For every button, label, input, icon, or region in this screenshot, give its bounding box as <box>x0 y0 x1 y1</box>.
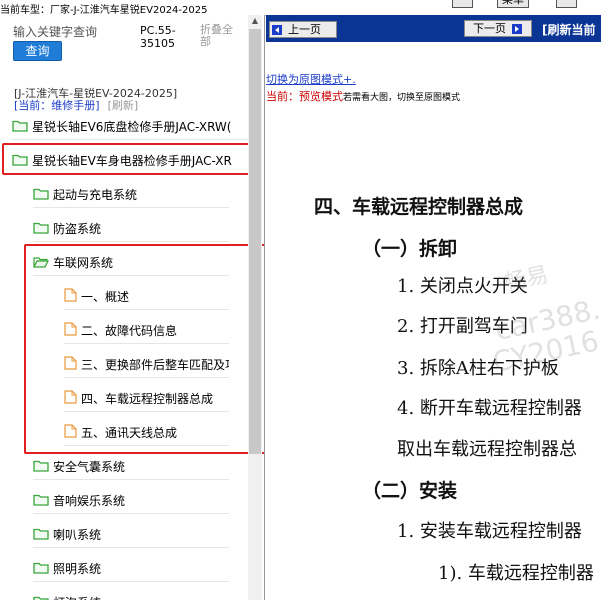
watermark-text: 畅易 <box>502 262 551 297</box>
mode-label: 当前： <box>266 90 299 103</box>
doc-section-install: （二）安装 <box>362 480 458 502</box>
tree-item-label: 星锐长轴EV6底盘检修手册JAC-XRW( <box>32 120 232 134</box>
folder-icon <box>33 558 49 582</box>
folder-icon <box>33 524 49 548</box>
tree-item[interactable]: 灯泡系统 <box>33 591 229 600</box>
folder-icon <box>33 490 49 514</box>
mode-hint: 若需看大图，切换至原图模式 <box>343 93 461 103</box>
car-model-label: 当前车型：厂家-J-江淮汽车星锐EV2024-2025 <box>0 5 208 16</box>
pc-code-label: PC.55-35105 <box>140 24 176 50</box>
sidebar: 输入关键字查询 查询 PC.55-35105 折叠全部 [J-江淮汽车-星锐EV… <box>0 15 265 600</box>
arrow-right-icon <box>512 24 522 34</box>
folder-icon <box>33 218 49 242</box>
tree-item[interactable]: 照明系统 <box>33 557 229 582</box>
tree-item-label: 照明系统 <box>53 562 102 576</box>
tree-item[interactable]: 防盗系统 <box>33 217 229 242</box>
doc-section-removal: （一）拆卸 <box>362 238 458 260</box>
scrollbar-thumb[interactable] <box>249 29 261 454</box>
tree-item-label: 防盗系统 <box>53 222 102 236</box>
doc-step: 取出车载远程控制器总 <box>397 439 577 460</box>
scroll-up-icon[interactable]: ▲ <box>249 15 261 27</box>
folder-icon <box>33 592 49 600</box>
folder-icon <box>33 184 49 208</box>
content-panel: 上一页 下一页 [刷新当前 切换为原图模式+. 当前：预览模式若需看大图，切换至… <box>266 15 601 600</box>
tree-item-label: 起动与充电系统 <box>53 188 138 202</box>
arrow-left-icon <box>272 25 282 35</box>
current-manual-label: [当前：维修手册] [刷新] <box>14 97 138 113</box>
highlight-box-telematics <box>24 244 264 454</box>
toolbar-button-right[interactable] <box>556 0 577 8</box>
tree-item-label: 灯泡系统 <box>53 596 101 600</box>
collapse-all-link[interactable]: 折叠全部 <box>200 24 242 48</box>
search-input[interactable]: 输入关键字查询 <box>13 23 101 40</box>
mode-value: 预览模式 <box>299 90 343 103</box>
tree-item[interactable]: 星锐长轴EV6底盘检修手册JAC-XRW( <box>12 115 248 140</box>
doc-install-step: 1. 安装车载远程控制器 <box>397 521 582 542</box>
tree-item[interactable]: 安全气囊系统 <box>33 455 229 480</box>
tree-item-label: 音响娱乐系统 <box>53 494 126 508</box>
next-page-label: 下一页 <box>473 22 506 35</box>
folder-icon <box>33 456 49 480</box>
tree-item[interactable]: 起动与充电系统 <box>33 183 229 208</box>
doc-step: 4. 断开车载远程控制器 <box>397 398 582 419</box>
refresh-current-link[interactable]: [刷新当前 <box>542 21 596 38</box>
next-page-button[interactable]: 下一页 <box>464 20 532 37</box>
tree-item-label: 安全气囊系统 <box>53 460 126 474</box>
prev-page-label: 上一页 <box>288 23 321 36</box>
folder-icon <box>12 116 28 140</box>
preview-mode-status: 当前：预览模式若需看大图，切换至原图模式 <box>266 88 460 104</box>
page-nav-bar: 上一页 下一页 [刷新当前 <box>266 15 601 42</box>
refresh-link[interactable]: [刷新] <box>108 99 139 112</box>
toolbar-button-left[interactable] <box>452 0 473 8</box>
menu-button[interactable]: 菜单 <box>497 0 529 8</box>
tree-item[interactable]: 音响娱乐系统 <box>33 489 229 514</box>
switch-original-mode-link[interactable]: 切换为原图模式+. <box>266 71 356 87</box>
tree-item[interactable]: 喇叭系统 <box>33 523 229 548</box>
doc-heading: 四、车载远程控制器总成 <box>314 196 524 218</box>
prev-page-button[interactable]: 上一页 <box>269 21 337 38</box>
current-label: [当前：维修手册] <box>14 99 100 112</box>
search-button[interactable]: 查询 <box>13 41 62 61</box>
highlight-box-manual <box>2 143 251 175</box>
doc-install-substep: 1). 车载远程控制器 <box>438 563 594 584</box>
tree-item-label: 喇叭系统 <box>53 528 102 542</box>
top-bar: 当前车型：厂家-J-江淮汽车星锐EV2024-2025 菜单 <box>0 0 601 16</box>
